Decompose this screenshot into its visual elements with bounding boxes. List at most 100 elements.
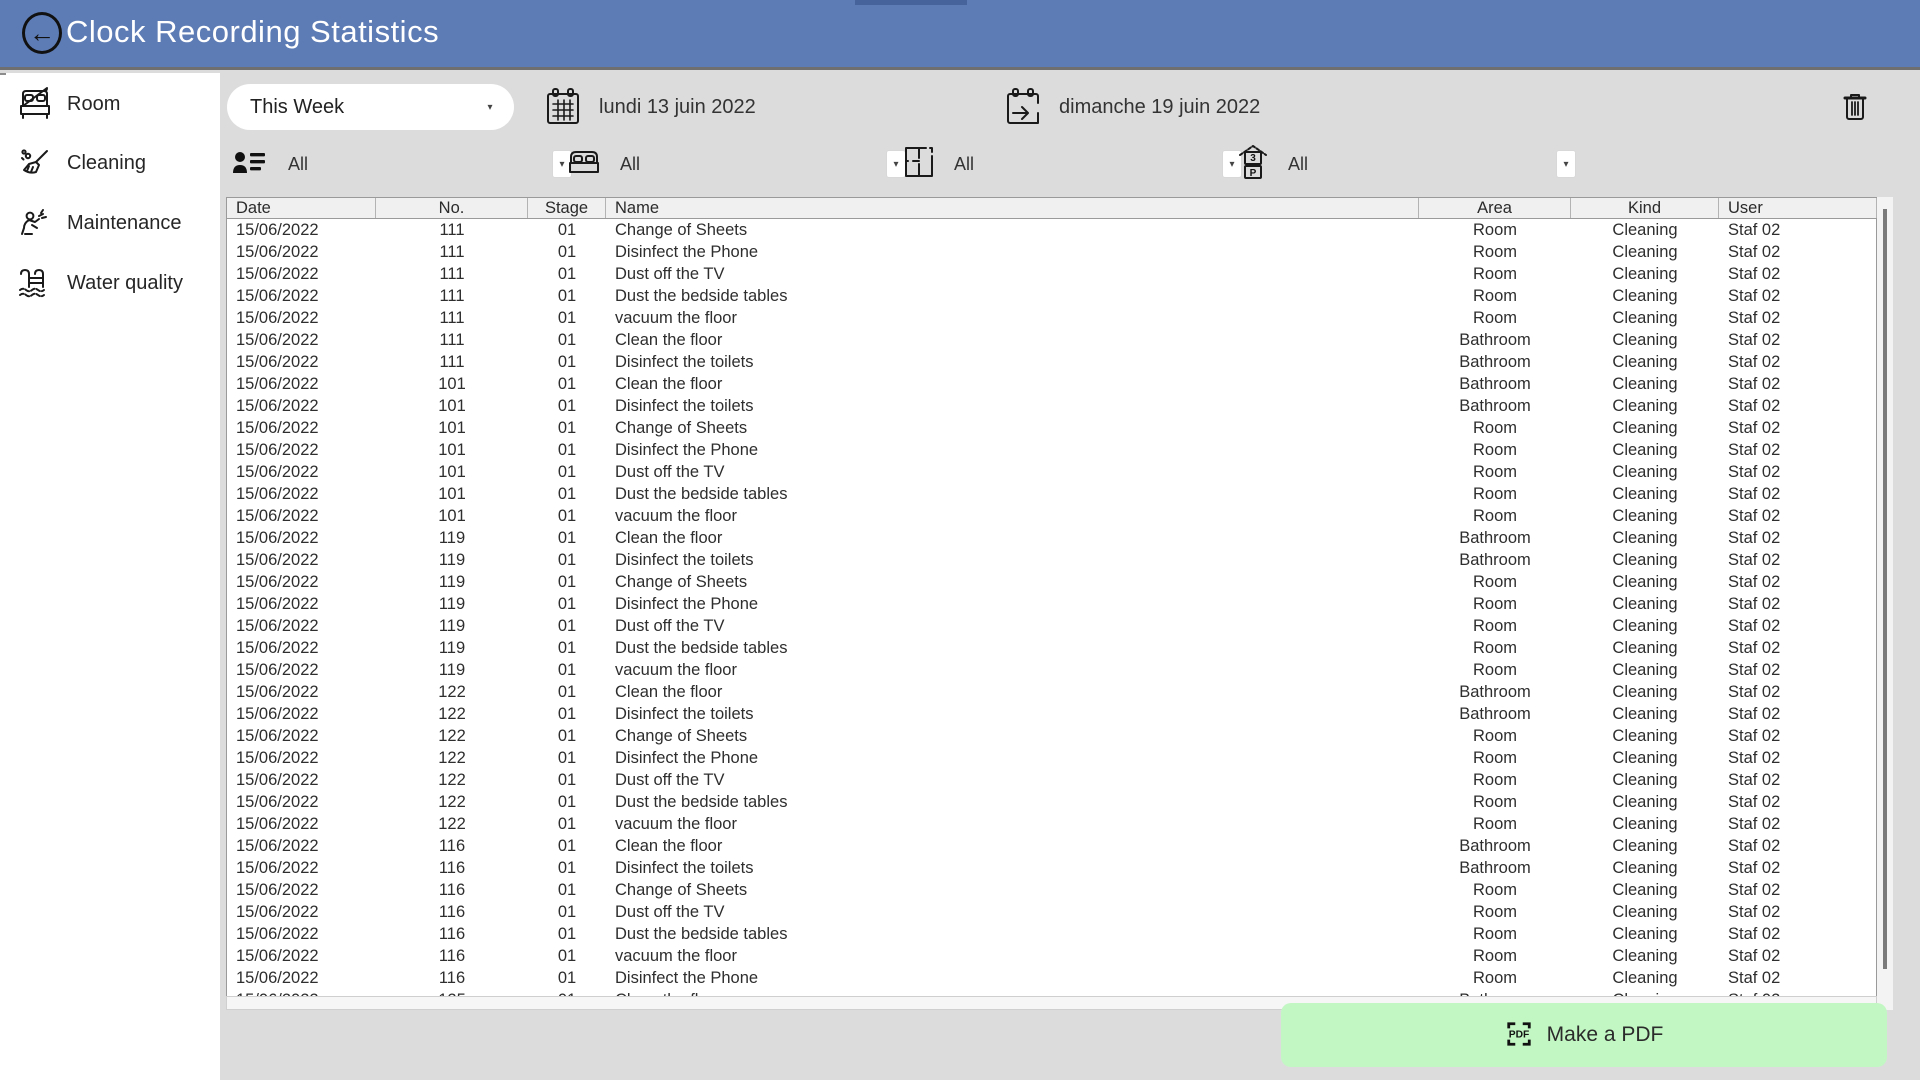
table-row[interactable]: 15/06/202211901Dust the bedside tablesRo… (227, 637, 1876, 659)
staff-filter[interactable]: All ▾ (232, 143, 572, 185)
table-row[interactable]: 15/06/202211601Clean the floorBathroomCl… (227, 835, 1876, 857)
table-row[interactable]: 15/06/202211901Change of SheetsRoomClean… (227, 571, 1876, 593)
table-cell: 119 (376, 659, 528, 681)
table-row[interactable]: 15/06/202211601Change of SheetsRoomClean… (227, 879, 1876, 901)
table-row[interactable]: 15/06/202212201vacuum the floorRoomClean… (227, 813, 1876, 835)
table-cell: Staf 02 (1719, 505, 1876, 527)
column-header[interactable]: No. (376, 198, 528, 218)
table-row[interactable]: 15/06/202211101Change of SheetsRoomClean… (227, 219, 1876, 241)
table-cell: Cleaning (1571, 813, 1719, 835)
floorplan-filter-value: All (954, 154, 1222, 175)
table-row[interactable]: 15/06/202210101vacuum the floorRoomClean… (227, 505, 1876, 527)
table-row[interactable]: 15/06/202211601Disinfect the PhoneRoomCl… (227, 967, 1876, 989)
table-row[interactable]: 15/06/202210101Change of SheetsRoomClean… (227, 417, 1876, 439)
table-row[interactable]: 15/06/202211901Disinfect the PhoneRoomCl… (227, 593, 1876, 615)
column-header[interactable]: Date (227, 198, 376, 218)
table-row[interactable]: 15/06/202212201Dust off the TVRoomCleani… (227, 769, 1876, 791)
table-row[interactable]: 15/06/202211101Dust off the TVRoomCleani… (227, 263, 1876, 285)
table-cell: Bathroom (1419, 329, 1571, 351)
table-row[interactable]: 15/06/202211601Disinfect the toiletsBath… (227, 857, 1876, 879)
table-row[interactable]: 15/06/202211901vacuum the floorRoomClean… (227, 659, 1876, 681)
table-cell: Disinfect the Phone (606, 747, 1419, 769)
table-cell: Disinfect the toilets (606, 857, 1419, 879)
table-cell: Staf 02 (1719, 263, 1876, 285)
table-cell: Dust the bedside tables (606, 285, 1419, 307)
table-row[interactable]: 15/06/202211601vacuum the floorRoomClean… (227, 945, 1876, 967)
column-header[interactable]: Area (1419, 198, 1571, 218)
table-cell: Change of Sheets (606, 725, 1419, 747)
table-cell: Bathroom (1419, 373, 1571, 395)
table-row[interactable]: 15/06/202212201Change of SheetsRoomClean… (227, 725, 1876, 747)
table-cell: 15/06/2022 (227, 967, 376, 989)
table-row[interactable]: 15/06/202211101Dust the bedside tablesRo… (227, 285, 1876, 307)
sidebar-item-water-quality[interactable]: Water quality (0, 254, 220, 312)
column-header[interactable]: Kind (1571, 198, 1719, 218)
table-cell: Room (1419, 747, 1571, 769)
table-cell: Room (1419, 263, 1571, 285)
table-row[interactable]: 15/06/202211901Disinfect the toiletsBath… (227, 549, 1876, 571)
table-cell: 01 (528, 219, 606, 241)
table-row[interactable]: 15/06/202211901Dust off the TVRoomCleani… (227, 615, 1876, 637)
table-cell: Staf 02 (1719, 219, 1876, 241)
app-header: ← Clock Recording Statistics (0, 0, 1920, 70)
calendar-icon (545, 87, 581, 127)
table-row[interactable]: 15/06/202210101Clean the floorBathroomCl… (227, 373, 1876, 395)
table-cell: Cleaning (1571, 461, 1719, 483)
table-cell: 122 (376, 725, 528, 747)
scrollbar-thumb[interactable] (1883, 209, 1887, 969)
table-row[interactable]: 15/06/202210101Disinfect the toiletsBath… (227, 395, 1876, 417)
table-cell: 01 (528, 417, 606, 439)
floorplan-filter[interactable]: All ▾ (902, 143, 1242, 185)
table-row[interactable]: 15/06/202210101Dust the bedside tablesRo… (227, 483, 1876, 505)
sidebar-item-maintenance[interactable]: Maintenance (0, 194, 220, 252)
start-date-picker[interactable]: lundi 13 juin 2022 (545, 86, 756, 128)
column-header[interactable]: Stage (528, 198, 606, 218)
back-button[interactable]: ← (22, 12, 62, 54)
table-row[interactable]: 15/06/202211101Disinfect the toiletsBath… (227, 351, 1876, 373)
make-pdf-button[interactable]: PDF Make a PDF (1281, 1003, 1887, 1067)
table-row[interactable]: 15/06/202211601Dust off the TVRoomCleani… (227, 901, 1876, 923)
table-row[interactable]: 15/06/202210101Disinfect the PhoneRoomCl… (227, 439, 1876, 461)
table-cell: Staf 02 (1719, 439, 1876, 461)
table-row[interactable]: 15/06/202211101Clean the floorBathroomCl… (227, 329, 1876, 351)
end-date-picker[interactable]: dimanche 19 juin 2022 (1005, 86, 1260, 128)
table-cell: Cleaning (1571, 439, 1719, 461)
table-cell: Dust off the TV (606, 615, 1419, 637)
table-cell: Cleaning (1571, 659, 1719, 681)
table-row[interactable]: 15/06/202211101vacuum the floorRoomClean… (227, 307, 1876, 329)
table-row[interactable]: 15/06/202210101Dust off the TVRoomCleani… (227, 461, 1876, 483)
table-cell: 15/06/2022 (227, 659, 376, 681)
svg-text:PDF: PDF (1508, 1029, 1529, 1040)
table-cell: Staf 02 (1719, 615, 1876, 637)
column-header[interactable]: Name (606, 198, 1419, 218)
period-select[interactable]: This Week ▾ (227, 84, 514, 130)
table-body[interactable]: 15/06/202211101Change of SheetsRoomClean… (227, 219, 1876, 997)
table-row[interactable]: 15/06/202212201Dust the bedside tablesRo… (227, 791, 1876, 813)
table-row[interactable]: 15/06/202211101Disinfect the PhoneRoomCl… (227, 241, 1876, 263)
chevron-down-icon[interactable]: ▾ (1556, 150, 1576, 178)
chevron-down-icon[interactable]: ▾ (480, 93, 500, 121)
table-row[interactable]: 15/06/202212201Disinfect the toiletsBath… (227, 703, 1876, 725)
vertical-scrollbar[interactable] (1877, 197, 1893, 1010)
sidebar-item-cleaning[interactable]: Cleaning (0, 134, 220, 192)
clear-filter-button[interactable] (1840, 92, 1870, 122)
table-cell: Cleaning (1571, 549, 1719, 571)
table-row[interactable]: 15/06/202211601Dust the bedside tablesRo… (227, 923, 1876, 945)
column-header[interactable]: User (1719, 198, 1877, 218)
room-filter-value: All (620, 154, 886, 175)
table-cell: 116 (376, 945, 528, 967)
sidebar-item-room[interactable]: Room (0, 75, 220, 133)
table-cell: Dust the bedside tables (606, 791, 1419, 813)
table-cell: 15/06/2022 (227, 791, 376, 813)
table-cell: Staf 02 (1719, 373, 1876, 395)
table-row[interactable]: 15/06/202212201Clean the floorBathroomCl… (227, 681, 1876, 703)
table-cell: 01 (528, 241, 606, 263)
room-filter[interactable]: All ▾ (566, 143, 906, 185)
table-cell: 116 (376, 835, 528, 857)
table-cell: 111 (376, 219, 528, 241)
table-row[interactable]: 15/06/202211901Clean the floorBathroomCl… (227, 527, 1876, 549)
table-cell: 01 (528, 549, 606, 571)
building-floor-filter[interactable]: 3 P All ▾ (1236, 143, 1576, 185)
table-cell: 01 (528, 703, 606, 725)
table-row[interactable]: 15/06/202212201Disinfect the PhoneRoomCl… (227, 747, 1876, 769)
